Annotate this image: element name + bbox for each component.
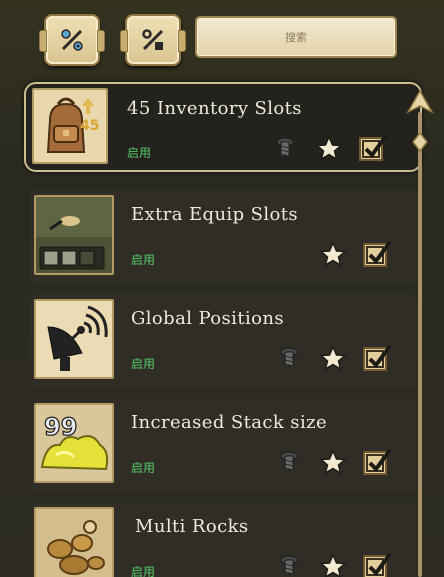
badge-99: 99 <box>44 413 77 441</box>
rocks-icon <box>36 509 112 577</box>
mod-item-global-positions[interactable]: Global Positions 启用 <box>30 294 418 388</box>
mod-thumbnail <box>34 195 114 275</box>
equip-slots-icon <box>36 197 112 273</box>
mod-status: 启用 <box>131 461 156 475</box>
star-icon[interactable] <box>319 344 347 372</box>
search-input[interactable]: 搜索 <box>195 16 397 58</box>
mod-title: 45 Inventory Slots <box>127 98 302 119</box>
mod-item-extra-equip-slots[interactable]: Extra Equip Slots 启用 <box>30 190 418 284</box>
search-placeholder: 搜索 <box>285 31 307 44</box>
mod-status: 启用 <box>131 253 156 267</box>
mod-item-increased-stack-size[interactable]: 99 Increased Stack size 启用 <box>30 398 418 492</box>
mod-item-multi-rocks[interactable]: Multi Rocks 启用 <box>30 502 418 577</box>
checkbox-checked-icon[interactable] <box>361 342 393 374</box>
mod-title: Multi Rocks <box>135 516 249 537</box>
screw-icon[interactable] <box>276 448 304 476</box>
badge-45: 45 <box>80 118 99 134</box>
mod-status: 启用 <box>131 357 156 371</box>
mods-screen: 搜索 45 45 Inventory Slots 启用 Extra Equip … <box>0 0 444 577</box>
mod-list: 45 45 Inventory Slots 启用 Extra Equip Slo… <box>20 80 422 577</box>
checkbox-checked-icon[interactable] <box>361 238 393 270</box>
star-icon[interactable] <box>319 552 347 577</box>
mod-title: Increased Stack size <box>131 412 328 433</box>
scrollbar-track[interactable] <box>418 112 422 577</box>
star-icon[interactable] <box>319 240 347 268</box>
backpack-icon: 45 <box>34 90 106 162</box>
gold-stack-icon: 99 <box>36 405 112 481</box>
mod-thumbnail: 99 <box>34 403 114 483</box>
percent-filter-icon <box>142 29 164 51</box>
scroll-up-arrow-icon[interactable] <box>405 88 435 118</box>
satellite-dish-icon <box>36 301 112 377</box>
checkbox-checked-icon[interactable] <box>357 132 389 164</box>
star-icon[interactable] <box>315 134 343 162</box>
mod-thumbnail <box>34 507 114 577</box>
star-icon[interactable] <box>319 448 347 476</box>
scroll-thumb[interactable] <box>412 132 428 152</box>
mod-title: Extra Equip Slots <box>131 204 299 225</box>
checkbox-checked-icon[interactable] <box>361 550 393 577</box>
mod-thumbnail: 45 <box>32 88 108 164</box>
percent-filter-button[interactable] <box>120 14 186 66</box>
checkbox-checked-icon[interactable] <box>361 446 393 478</box>
mod-status: 启用 <box>131 565 156 577</box>
mod-item-45-inventory-slots[interactable]: 45 45 Inventory Slots 启用 <box>24 82 422 172</box>
mod-status: 启用 <box>127 146 152 160</box>
config-filter-icon <box>61 29 83 51</box>
screw-icon[interactable] <box>276 552 304 577</box>
screw-icon[interactable] <box>272 134 300 162</box>
config-filter-button[interactable] <box>39 14 105 66</box>
mod-thumbnail <box>34 299 114 379</box>
mod-title: Global Positions <box>131 308 284 329</box>
screw-icon[interactable] <box>276 344 304 372</box>
